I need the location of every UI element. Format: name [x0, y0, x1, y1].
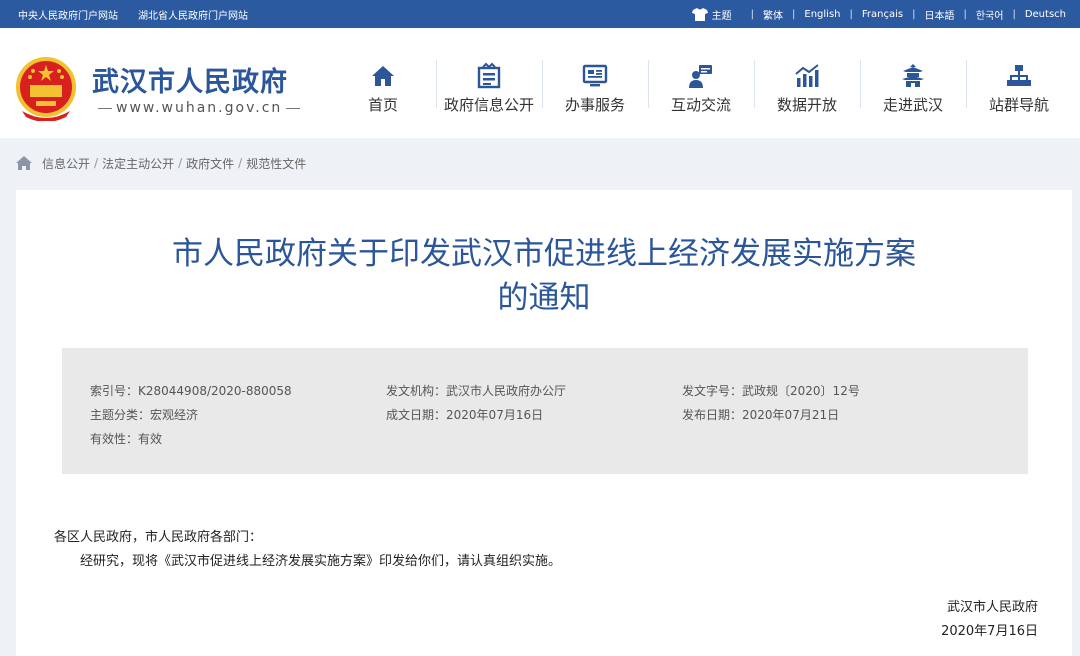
nav-site-group[interactable]: 站群导航: [966, 58, 1072, 118]
document-card: 市人民政府关于印发武汉市促进线上经济发展实施方案 的通知 索引号：K280449…: [16, 190, 1072, 656]
lang-english[interactable]: English: [804, 9, 840, 20]
divider: |: [963, 8, 967, 20]
breadcrumb: 信息公开 / 法定主动公开 / 政府文件 / 规范性文件: [16, 152, 306, 174]
site-name[interactable]: 武汉市人民政府: [92, 60, 288, 99]
main-nav: 首页 政府信息公开 办事服务 互动交流 数据开放 走进武汉 站群导航: [330, 58, 1072, 118]
nav-label: 办事服务: [564, 96, 625, 114]
document-meta-box: 索引号：K28044908/2020-880058 发文机构：武汉市人民政府办公…: [62, 348, 1028, 474]
title-line: 的通知: [497, 280, 591, 316]
document-title: 市人民政府关于印发武汉市促进线上经济发展实施方案 的通知: [16, 232, 1072, 320]
lang-japanese[interactable]: 日本語: [924, 7, 954, 22]
breadcrumb-separator: /: [238, 156, 243, 170]
nav-label: 走进武汉: [882, 96, 943, 114]
document-salutation: 各区人民政府，市人民政府各部门：: [54, 530, 263, 545]
document-icon: [477, 62, 501, 89]
nav-label: 首页: [367, 96, 398, 114]
site-header: 武汉市人民政府 www.wuhan.gov.cn 首页 政府信息公开 办事服务 …: [0, 28, 1080, 138]
nav-home[interactable]: 首页: [330, 58, 436, 118]
lang-korean[interactable]: 한국어: [976, 7, 1004, 22]
nav-label: 政府信息公开: [443, 96, 534, 114]
shirt-icon: [691, 7, 708, 21]
nav-label: 数据开放: [776, 96, 837, 114]
divider: |: [750, 8, 755, 20]
breadcrumb-item[interactable]: 法定主动公开: [102, 155, 174, 172]
link-central-gov[interactable]: 中央人民政府门户网站: [18, 7, 118, 22]
document-sign-date: 2020年7月16日: [941, 624, 1038, 639]
lang-french[interactable]: Français: [862, 9, 903, 20]
meta-issuer: 发文机构：武汉市人民政府办公厅: [386, 384, 567, 398]
document-body: 经研究，现将《武汉市促进线上经济发展实施方案》印发给你们，请认真组织实施。: [80, 554, 562, 569]
document-signature: 武汉市人民政府: [946, 600, 1038, 615]
monitor-icon: [582, 64, 608, 87]
breadcrumb-separator: /: [94, 156, 99, 170]
divider: |: [792, 8, 796, 20]
breadcrumb-separator: /: [178, 156, 183, 170]
meta-validity: 有效性：有效: [90, 432, 163, 446]
theme-label: 主题: [711, 10, 732, 22]
home-icon[interactable]: [16, 156, 32, 170]
chart-icon: [795, 64, 819, 87]
chat-icon: [689, 65, 712, 88]
nav-open-data[interactable]: 数据开放: [754, 58, 860, 118]
meta-publish-date: 发布日期：2020年07月21日: [682, 408, 840, 422]
nav-interaction[interactable]: 互动交流: [648, 58, 754, 118]
sitemap-icon: [1007, 65, 1031, 86]
nav-label: 互动交流: [670, 96, 731, 114]
nav-label: 站群导航: [988, 96, 1049, 114]
title-line: 市人民政府关于印发武汉市促进线上经济发展实施方案: [172, 236, 916, 272]
national-emblem-icon[interactable]: [16, 55, 76, 121]
meta-index-no: 索引号：K28044908/2020-880058: [90, 384, 292, 398]
nav-services[interactable]: 办事服务: [542, 58, 648, 118]
site-url-text: www.wuhan.gov.cn: [116, 100, 283, 116]
link-hubei-gov[interactable]: 湖北省人民政府门户网站: [138, 7, 248, 22]
lang-traditional[interactable]: 繁体: [763, 7, 783, 22]
meta-category: 主题分类：宏观经济: [90, 408, 199, 422]
theme-switch[interactable]: 主题: [691, 7, 732, 22]
site-url: www.wuhan.gov.cn: [98, 100, 301, 116]
divider: |: [1012, 8, 1016, 20]
divider: |: [912, 8, 916, 20]
divider: |: [849, 8, 853, 20]
top-bar: 中央人民政府门户网站 湖北省人民政府门户网站 主题 | 繁体 | English…: [0, 0, 1080, 28]
nav-gov-info[interactable]: 政府信息公开: [436, 58, 542, 118]
nav-about-wuhan[interactable]: 走进武汉: [860, 58, 966, 118]
meta-doc-no: 发文字号：武政规〔2020〕12号: [682, 384, 860, 398]
breadcrumb-item[interactable]: 信息公开: [42, 155, 90, 172]
breadcrumb-item[interactable]: 政府文件: [186, 155, 234, 172]
home-icon: [372, 66, 394, 86]
breadcrumb-item[interactable]: 规范性文件: [246, 155, 306, 172]
meta-written-date: 成文日期：2020年07月16日: [386, 408, 544, 422]
pavilion-icon: [902, 64, 924, 87]
lang-german[interactable]: Deutsch: [1025, 9, 1066, 20]
